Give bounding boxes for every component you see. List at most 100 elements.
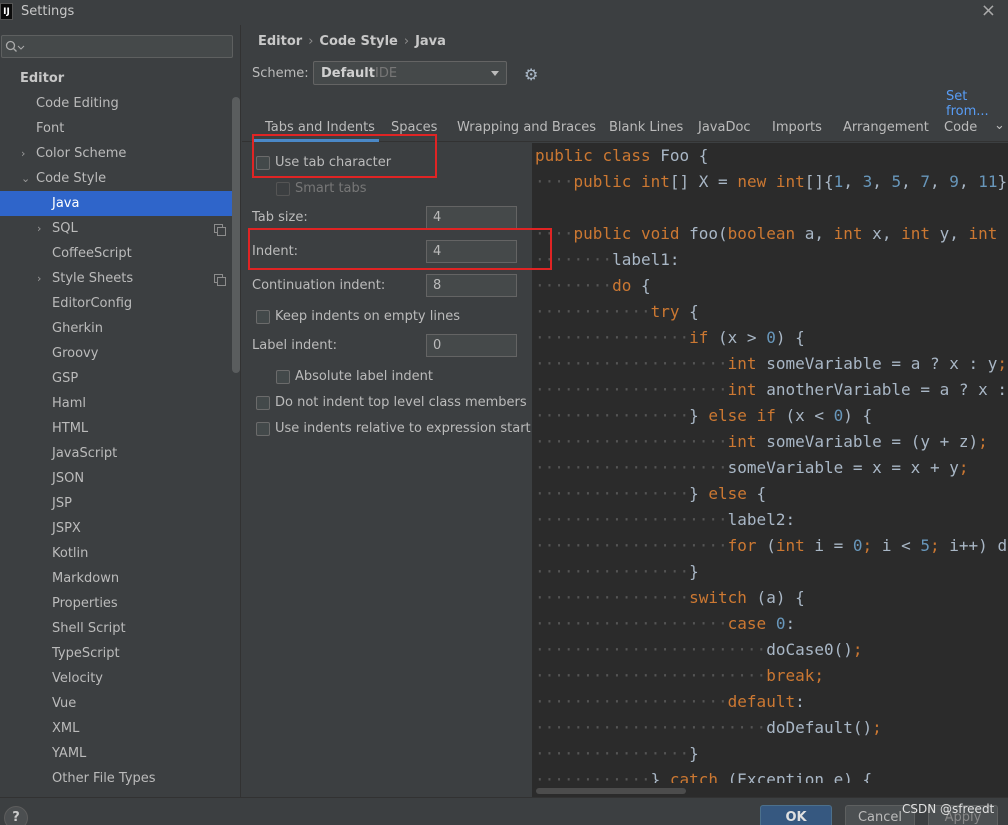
breadcrumb-separator: › (403, 34, 410, 49)
sidebar-scrollbar[interactable] (232, 97, 240, 373)
sidebar-item-label: Code Editing (36, 96, 119, 111)
settings-tree: Editor Code Editing Font › Color Scheme ⌄ Code… (0, 66, 240, 791)
code-line: public class Foo { (535, 146, 709, 165)
sidebar-item-gherkin[interactable]: Gherkin (0, 316, 240, 341)
sidebar-item-shell-script[interactable]: Shell Script (0, 616, 240, 641)
sidebar-item-font[interactable]: Font (0, 116, 240, 141)
sidebar-item-javascript[interactable]: JavaScript (0, 441, 240, 466)
code-line: ················if (x > 0) { (535, 328, 805, 347)
indent-field[interactable]: 4 (426, 240, 517, 263)
sidebar-item-jspx[interactable]: JSPX (0, 516, 240, 541)
sidebar-item-label: Markdown (52, 571, 120, 586)
sidebar-item-other-file-types[interactable]: Other File Types (0, 766, 240, 791)
tab-code-generation[interactable]: Code (944, 120, 977, 135)
chevron-down-icon[interactable]: ⌄ (21, 166, 30, 191)
sidebar-item-label: TypeScript (52, 646, 120, 661)
scrollbar-thumb[interactable] (536, 788, 686, 794)
absolute-label-indent-checkbox[interactable] (276, 370, 290, 384)
sidebar-item-label: JavaScript (52, 446, 118, 461)
chevron-right-icon[interactable]: › (37, 216, 41, 241)
sidebar-item-label: Kotlin (52, 546, 89, 561)
code-line: ························doDefault(); (535, 718, 882, 737)
tab-bar: Tabs and Indents Spaces Wrapping and Bra… (242, 112, 1008, 142)
chevron-right-icon[interactable]: › (21, 141, 25, 166)
sidebar-item-yaml[interactable]: YAML (0, 741, 240, 766)
sidebar-item-code-editing[interactable]: Code Editing (0, 91, 240, 116)
code-preview[interactable]: ············} catch (Exception e) {·····… (532, 143, 1008, 797)
sidebar-item-xml[interactable]: XML (0, 716, 240, 741)
sidebar-item-html[interactable]: HTML (0, 416, 240, 441)
sidebar-item-json[interactable]: JSON (0, 466, 240, 491)
gear-icon[interactable]: ⚙ (524, 65, 538, 84)
tab-wrapping-and-braces[interactable]: Wrapping and Braces (457, 120, 596, 135)
sidebar-item-color-scheme[interactable]: › Color Scheme (0, 141, 240, 166)
indents-relative-checkbox[interactable] (256, 422, 270, 436)
sidebar-item-gsp[interactable]: GSP (0, 366, 240, 391)
sidebar-item-groovy[interactable]: Groovy (0, 341, 240, 366)
settings-sidebar: Editor Code Editing Font › Color Scheme ⌄ Code… (0, 25, 241, 797)
sidebar-item-kotlin[interactable]: Kotlin (0, 541, 240, 566)
indent-options-panel: Use tab character Smart tabs Tab size: 4… (242, 143, 531, 797)
breadcrumb: Editor › Code Style › Java (258, 34, 446, 49)
search-input[interactable] (1, 35, 233, 58)
tab-size-field[interactable]: 4 (426, 206, 517, 229)
sidebar-item-typescript[interactable]: TypeScript (0, 641, 240, 666)
sidebar-item-haml[interactable]: Haml (0, 391, 240, 416)
use-tab-character-checkbox[interactable] (256, 156, 270, 170)
sidebar-item-java[interactable]: Java (0, 191, 240, 216)
tab-blank-lines[interactable]: Blank Lines (609, 120, 683, 135)
scheme-dropdown[interactable]: Default IDE (313, 61, 507, 85)
sidebar-item-label: JSP (52, 496, 72, 511)
continuation-indent-field[interactable]: 8 (426, 274, 517, 297)
app-logo-icon: IJ (0, 3, 13, 20)
sidebar-item-markdown[interactable]: Markdown (0, 566, 240, 591)
sidebar-item-label: Java (52, 196, 80, 211)
sidebar-item-label: Font (36, 121, 65, 136)
code-line: ····················default: (535, 692, 805, 711)
no-indent-top-level-checkbox[interactable] (256, 396, 270, 410)
absolute-label-indent-label: Absolute label indent (295, 369, 433, 384)
sidebar-item-editorconfig[interactable]: EditorConfig (0, 291, 240, 316)
sidebar-item-label: Gherkin (52, 321, 104, 336)
sidebar-item-code-style[interactable]: ⌄ Code Style (0, 166, 240, 191)
smart-tabs-checkbox[interactable] (276, 182, 290, 196)
keep-indents-checkbox[interactable] (256, 310, 270, 324)
ok-button[interactable]: OK (760, 805, 832, 825)
sidebar-item-editor[interactable]: Editor (0, 66, 240, 91)
sidebar-item-vue[interactable]: Vue (0, 691, 240, 716)
code-horizontal-scrollbar[interactable] (532, 783, 1008, 797)
scheme-label: Scheme: (252, 66, 309, 81)
sidebar-item-velocity[interactable]: Velocity (0, 666, 240, 691)
code-line: ························doCase0(); (535, 640, 863, 659)
sidebar-item-properties[interactable]: Properties (0, 591, 240, 616)
code-line: ························break; (535, 666, 824, 685)
smart-tabs-label: Smart tabs (295, 181, 367, 196)
tab-imports[interactable]: Imports (772, 120, 822, 135)
code-line: ····················for (int i = 0; i < … (535, 536, 1008, 555)
sidebar-item-coffeescript[interactable]: CoffeeScript (0, 241, 240, 266)
chevron-down-icon[interactable]: ⌄ (994, 118, 1005, 133)
scheme-name: Default (321, 66, 375, 81)
active-tab-indicator (254, 139, 379, 142)
breadcrumb-separator: › (308, 34, 314, 49)
sidebar-item-jsp[interactable]: JSP (0, 491, 240, 516)
sidebar-item-label: SQL (52, 221, 78, 236)
chevron-right-icon[interactable]: › (37, 266, 41, 291)
tab-arrangement[interactable]: Arrangement (843, 120, 929, 135)
tab-tabs-and-indents[interactable]: Tabs and Indents (265, 120, 375, 135)
sidebar-item-label: Style Sheets (52, 271, 134, 286)
copy-scheme-icon (214, 224, 226, 236)
breadcrumb-code-style: Code Style (319, 34, 398, 49)
code-line: ················switch (a) { (535, 588, 805, 607)
tab-size-label: Tab size: (252, 210, 308, 225)
window-title: Settings (21, 4, 75, 19)
tab-spaces[interactable]: Spaces (391, 120, 437, 135)
help-button[interactable]: ? (4, 806, 28, 825)
close-icon[interactable]: × (981, 0, 996, 21)
tab-javadoc[interactable]: JavaDoc (698, 120, 751, 135)
code-line: ····················someVariable = x = x… (535, 458, 969, 477)
sidebar-item-sql[interactable]: › SQL (0, 216, 240, 241)
code-line: ················} (535, 744, 699, 763)
sidebar-item-style-sheets[interactable]: › Style Sheets (0, 266, 240, 291)
label-indent-field[interactable]: 0 (426, 334, 517, 357)
